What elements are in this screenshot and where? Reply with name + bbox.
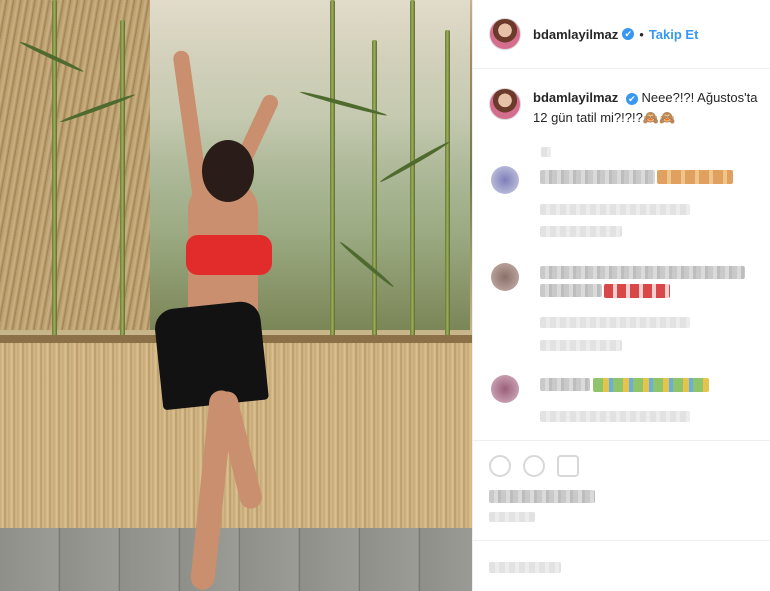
redacted-comment (540, 170, 655, 184)
caption-verified-icon: ✔ (625, 92, 638, 105)
separator-dot: • (639, 26, 644, 42)
redacted-likes (489, 490, 595, 503)
redacted-emoji (657, 170, 733, 184)
caption-username[interactable]: bdamlayilmaz (533, 90, 618, 105)
comment-icon[interactable] (523, 455, 545, 477)
comment-avatar[interactable] (491, 263, 519, 291)
comment-avatar[interactable] (491, 166, 519, 194)
follow-button[interactable]: Takip Et (649, 27, 699, 42)
bamboo-stalk (372, 40, 377, 340)
redacted-emoji (604, 284, 670, 298)
verified-badge-icon: ✔ (622, 28, 635, 40)
post-caption: bdamlayilmaz ✔ Neee?!?! Ağustos'ta 12 gü… (489, 88, 759, 128)
post-header: bdamlayilmaz ✔ • Takip Et (473, 0, 770, 69)
person-figure (150, 30, 310, 591)
caption-emoji: 🙈🙈 (642, 110, 676, 125)
redacted-meta (540, 411, 690, 422)
avatar[interactable] (489, 18, 521, 50)
divider (473, 440, 770, 441)
heart-icon[interactable] (489, 455, 511, 477)
redacted-comment (540, 378, 590, 391)
redacted-meta (540, 317, 690, 328)
redacted-add-comment[interactable] (489, 562, 561, 573)
username-link[interactable]: bdamlayilmaz (533, 27, 618, 42)
redacted-replies (540, 226, 622, 237)
bamboo-stalk (330, 0, 335, 340)
bamboo-stalk (120, 20, 125, 340)
post-sidebar: bdamlayilmaz ✔ • Takip Et bdamlayilmaz ✔… (472, 0, 770, 591)
photo-thatch (0, 0, 150, 330)
bamboo-stalk (410, 0, 415, 340)
divider (473, 540, 770, 541)
post-actions (489, 455, 579, 477)
redacted-comment (540, 266, 745, 279)
redacted-comment (540, 284, 602, 297)
redacted-date (489, 512, 535, 522)
redacted-text (541, 147, 551, 157)
redacted-emoji (593, 378, 709, 392)
caption-avatar[interactable] (489, 88, 521, 120)
redacted-replies (540, 340, 622, 351)
post-photo[interactable] (0, 0, 472, 591)
redacted-meta (540, 204, 690, 215)
share-icon[interactable] (557, 455, 579, 477)
comment-avatar[interactable] (491, 375, 519, 403)
bamboo-stalk (445, 30, 450, 340)
